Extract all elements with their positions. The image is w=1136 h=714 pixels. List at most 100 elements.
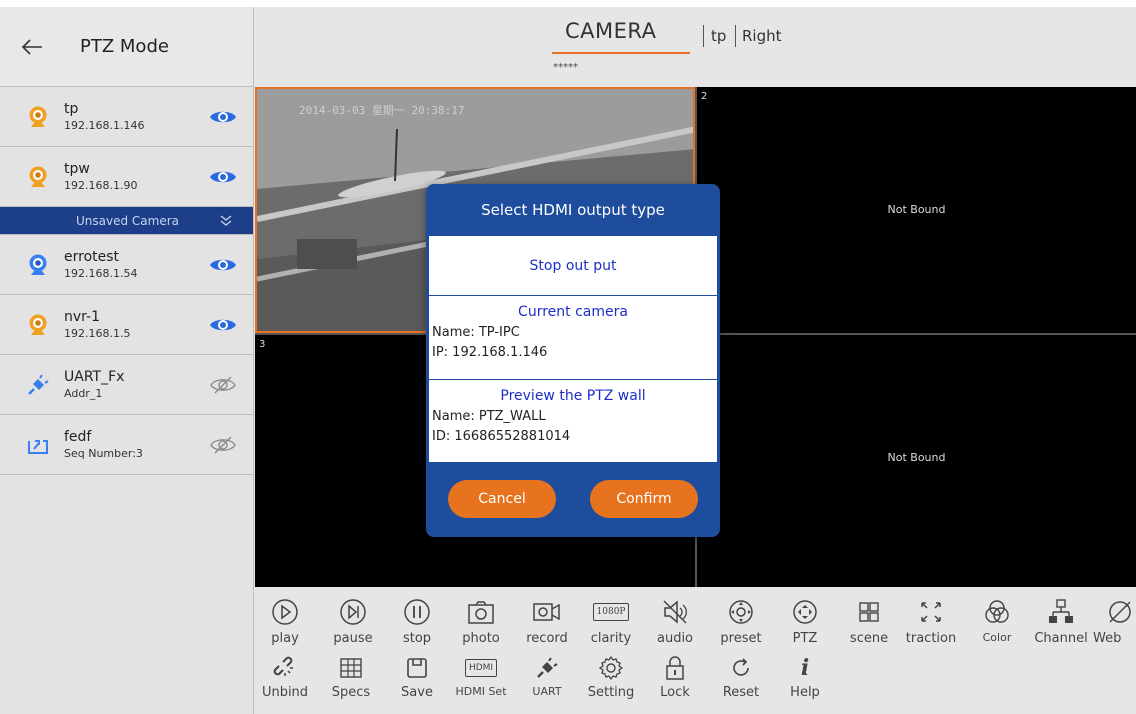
top-header: CAMERA ***** tp Right bbox=[255, 7, 1136, 87]
camera-position: Right bbox=[742, 27, 782, 45]
selected-camera-name: tp bbox=[711, 27, 727, 45]
preset-button[interactable]: preset bbox=[711, 595, 771, 646]
eye-icon[interactable] bbox=[207, 165, 239, 189]
specs-button[interactable]: Specs bbox=[321, 653, 381, 700]
unbind-button[interactable]: Unbind bbox=[255, 653, 315, 700]
web-button[interactable]: Web bbox=[1091, 595, 1136, 646]
fullscreen-arrows-icon bbox=[901, 595, 961, 629]
mode-title: PTZ Mode bbox=[80, 36, 169, 57]
webcam-icon bbox=[24, 103, 52, 131]
eye-off-icon[interactable] bbox=[207, 373, 239, 397]
option-name: Name: PTZ_WALL bbox=[432, 409, 546, 424]
video-cell-2[interactable]: 2 Not Bound bbox=[697, 87, 1136, 333]
uart-label: UART bbox=[532, 685, 562, 698]
control-toolbar: play pause stop photo record 1080P clari… bbox=[255, 587, 1136, 714]
lock-button[interactable]: Lock bbox=[645, 653, 705, 700]
hdmi-badge: HDMI bbox=[464, 659, 498, 677]
camera-icon bbox=[451, 595, 511, 629]
video-cell-4[interactable]: Not Bound bbox=[697, 335, 1136, 587]
network-channel-icon bbox=[1031, 595, 1091, 629]
unsaved-camera-header[interactable]: Unsaved Camera bbox=[0, 207, 253, 235]
specs-label: Specs bbox=[331, 685, 371, 700]
ptz-direction-icon bbox=[775, 595, 835, 629]
setting-button[interactable]: Setting bbox=[581, 653, 641, 700]
camera-item-uart-fx[interactable]: UART_Fx Addr_1 bbox=[0, 355, 253, 415]
stop-button[interactable]: stop bbox=[387, 595, 447, 646]
camera-ip: 192.168.1.90 bbox=[64, 178, 138, 192]
divider bbox=[735, 25, 736, 47]
traction-button[interactable]: traction bbox=[901, 595, 961, 646]
eye-off-icon[interactable] bbox=[207, 433, 239, 457]
help-button[interactable]: i Help bbox=[775, 653, 835, 700]
camera-item-fedf[interactable]: fedf Seq Number:3 bbox=[0, 415, 253, 475]
photo-button[interactable]: photo bbox=[451, 595, 511, 646]
ptz-button[interactable]: PTZ bbox=[775, 595, 835, 646]
camera-ip: 192.168.1.146 bbox=[64, 118, 145, 132]
save-label: Save bbox=[401, 685, 433, 700]
save-icon bbox=[387, 653, 447, 683]
hdmi-set-button[interactable]: HDMI HDMI Set bbox=[451, 653, 511, 698]
webcam-icon bbox=[24, 163, 52, 191]
preset-label: preset bbox=[720, 631, 762, 646]
traction-label: traction bbox=[905, 631, 957, 646]
option-name: Name: TP-IPC bbox=[432, 325, 520, 340]
camera-name: tpw bbox=[64, 160, 90, 177]
play-label: play bbox=[271, 631, 299, 646]
dialog-options: Stop out put Current camera Name: TP-IPC… bbox=[429, 236, 717, 462]
cell-number: 2 bbox=[701, 91, 708, 102]
color-button[interactable]: Color bbox=[967, 595, 1027, 644]
mute-icon bbox=[645, 595, 705, 629]
video-timestamp: 2014-03-03 星期一 20:38:17 bbox=[299, 104, 465, 117]
preset-dial-icon bbox=[711, 595, 771, 629]
pause-icon bbox=[387, 595, 447, 629]
unsaved-camera-label: Unsaved Camera bbox=[76, 213, 180, 228]
play-icon bbox=[255, 595, 315, 629]
stop-output-option[interactable]: Stop out put bbox=[429, 236, 717, 296]
reset-label: Reset bbox=[722, 685, 760, 700]
eye-icon[interactable] bbox=[207, 105, 239, 129]
uart-button[interactable]: UART bbox=[517, 653, 577, 698]
web-label: Web bbox=[1093, 631, 1122, 646]
scene-label: scene bbox=[849, 631, 889, 646]
scene-button[interactable]: scene bbox=[839, 595, 899, 646]
pause-button[interactable]: pause bbox=[323, 595, 383, 646]
eye-icon[interactable] bbox=[207, 313, 239, 337]
info-icon: i bbox=[800, 655, 810, 681]
camera-item-errotest[interactable]: errotest 192.168.1.54 bbox=[0, 235, 253, 295]
camera-item-nvr-1[interactable]: nvr-1 192.168.1.5 bbox=[0, 295, 253, 355]
camera-list-panel: PTZ Mode tp 192.168.1.146 tpw 192.168.1.90… bbox=[0, 7, 254, 714]
video-record-icon bbox=[517, 595, 577, 629]
current-camera-option[interactable]: Current camera Name: TP-IPC IP: 192.168.… bbox=[429, 296, 717, 380]
eye-icon[interactable] bbox=[207, 253, 239, 277]
lock-label: Lock bbox=[660, 685, 690, 700]
channel-button[interactable]: Channel bbox=[1031, 595, 1091, 646]
camera-ip: 192.168.1.5 bbox=[64, 326, 131, 340]
camera-item-tpw[interactable]: tpw 192.168.1.90 bbox=[0, 147, 253, 207]
camera-name: nvr-1 bbox=[64, 308, 100, 325]
back-arrow-icon[interactable] bbox=[0, 7, 64, 87]
grid-layout-icon bbox=[839, 595, 899, 629]
app-root: PTZ Mode tp 192.168.1.146 tpw 192.168.1.90… bbox=[0, 7, 1136, 714]
cancel-button[interactable]: Cancel bbox=[448, 480, 556, 518]
ptz-wall-option[interactable]: Preview the PTZ wall Name: PTZ_WALL ID: … bbox=[429, 380, 717, 462]
record-label: record bbox=[526, 631, 568, 646]
left-header: PTZ Mode bbox=[0, 7, 253, 87]
photo-label: photo bbox=[462, 631, 500, 646]
globe-icon bbox=[1091, 595, 1136, 629]
camera-name: fedf bbox=[64, 428, 92, 445]
clarity-button[interactable]: 1080P clarity bbox=[581, 595, 641, 646]
option-heading: Preview the PTZ wall bbox=[500, 388, 646, 404]
record-button[interactable]: record bbox=[517, 595, 577, 646]
dialog-title: Select HDMI output type bbox=[481, 201, 665, 219]
confirm-button[interactable]: Confirm bbox=[590, 480, 698, 518]
camera-item-tp[interactable]: tp 192.168.1.146 bbox=[0, 87, 253, 147]
camera-name: UART_Fx bbox=[64, 368, 125, 385]
clarity-badge: 1080P bbox=[592, 603, 630, 621]
channel-label: Channel bbox=[1034, 631, 1088, 646]
play-button[interactable]: play bbox=[255, 595, 315, 646]
camera-tab-title[interactable]: CAMERA bbox=[565, 19, 657, 43]
hdmi-icon: HDMI bbox=[451, 653, 511, 683]
reset-button[interactable]: Reset bbox=[711, 653, 771, 700]
save-button[interactable]: Save bbox=[387, 653, 447, 700]
audio-button[interactable]: audio bbox=[645, 595, 705, 646]
